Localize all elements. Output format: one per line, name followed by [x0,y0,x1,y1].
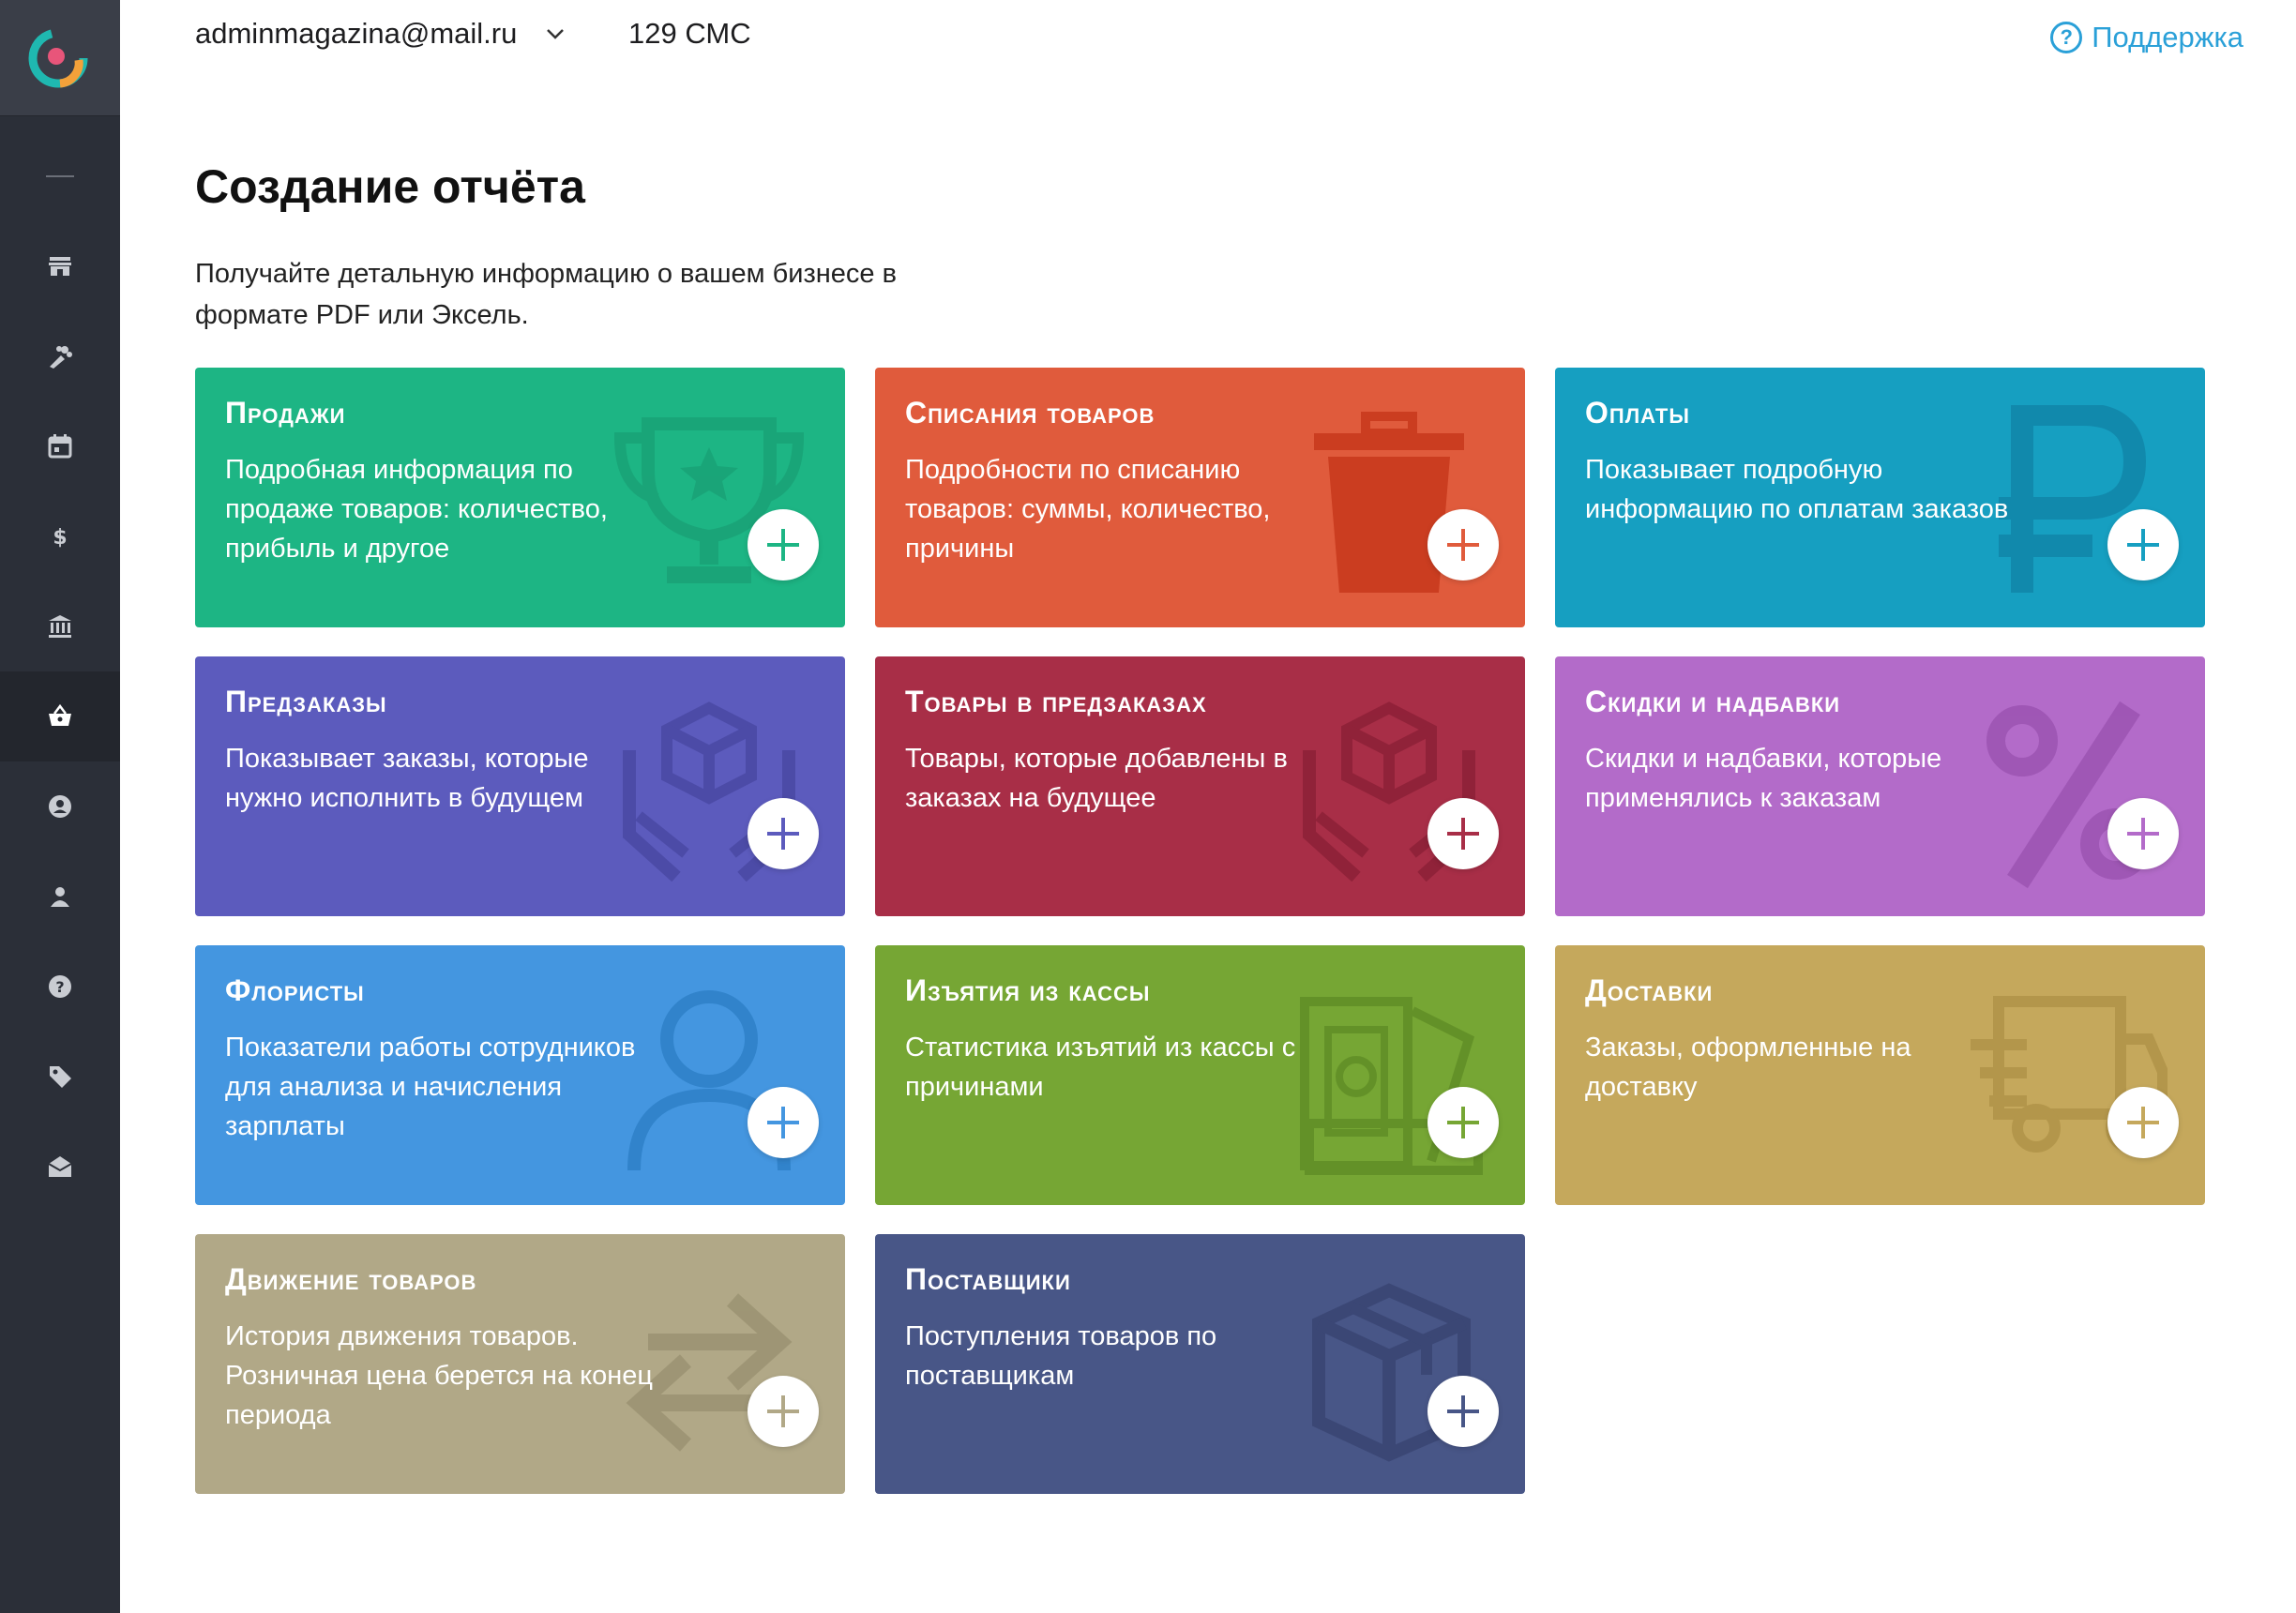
support-link[interactable]: ? Поддержка [2050,21,2243,54]
question-icon: ? [2050,22,2083,53]
svg-text:$: $ [53,526,67,550]
card-title: Товары в предзаказах [905,685,1207,718]
report-card-payments[interactable]: Оплаты Показывает подробную информацию по… [1555,368,2205,627]
support-label: Поддержка [2092,21,2243,53]
sms-balance: 129 СМС [628,17,751,50]
plus-icon [1447,1395,1479,1427]
sidebar: $ ? [0,0,120,1613]
topbar: adminmagazina@mail.ru 129 СМС ? Поддержк… [195,0,2296,75]
card-description: Показывает заказы, которые нужно исполни… [225,744,589,813]
card-description: Товары, которые добавлены в заказах на б… [905,744,1288,813]
sidebar-item-tags[interactable] [0,1032,120,1122]
logo[interactable] [0,0,120,116]
report-card-deliveries[interactable]: Доставки Заказы, оформленные на доставку [1555,945,2205,1205]
report-card-sales[interactable]: Продажи Подробная информация по продаже т… [195,368,845,627]
sidebar-item-bouquets[interactable] [0,311,120,401]
sidebar-item-clients[interactable] [0,761,120,852]
plus-icon [767,1395,799,1427]
plus-icon [767,529,799,561]
sidebar-item-finance[interactable]: $ [0,491,120,581]
page-title: Создание отчёта [195,160,585,213]
plus-icon [1447,818,1479,850]
report-card-suppliers[interactable]: Поставщики Поступления товаров по поставщ… [875,1234,1525,1494]
card-title: Движение товаров [225,1262,477,1296]
add-report-button[interactable] [1427,1087,1499,1158]
report-card-preorders[interactable]: Предзаказы Показывает заказы, которые нуж… [195,656,845,916]
user-circle-icon [49,795,71,818]
report-card-cash-withdrawals[interactable]: Изъятия из кассы Статистика изъятий из ка… [875,945,1525,1205]
add-report-button[interactable] [748,1376,819,1447]
sidebar-item-bank[interactable] [0,581,120,671]
plus-icon [2127,1107,2159,1138]
add-report-button[interactable] [1427,1376,1499,1447]
sidebar-item-calendar[interactable] [0,401,120,491]
card-title: Доставки [1585,973,1714,1007]
add-report-button[interactable] [2107,509,2179,580]
bouquet-icon [50,346,72,369]
add-report-button[interactable] [1427,509,1499,580]
basket-icon [49,703,71,726]
card-title: Поставщики [905,1262,1071,1296]
sidebar-item-collapse[interactable] [0,131,120,221]
plus-icon [767,818,799,850]
page-subtitle: Получайте детальную информацию о вашем б… [195,259,897,330]
dollar-icon: $ [53,526,67,550]
sidebar-item-staff[interactable] [0,852,120,942]
plus-icon [2127,529,2159,561]
sidebar-item-orders[interactable] [0,671,120,761]
card-title: Изъятия из кассы [905,973,1151,1007]
tag-icon [50,1066,71,1088]
report-card-florists[interactable]: Флористы Показатели работы сотрудников дл… [195,945,845,1205]
add-report-button[interactable] [748,798,819,869]
card-title: Списания товаров [905,396,1156,430]
person-icon [51,887,69,907]
logo-icon [28,28,88,87]
card-description: Поступления товаров по поставщикам [905,1321,1217,1391]
add-report-button[interactable] [2107,798,2179,869]
card-title: Оплаты [1585,396,1690,430]
card-description: Показатели работы сотрудников для анализ… [225,1033,636,1141]
plus-icon [1447,1107,1479,1138]
report-card-writeoffs[interactable]: Списания товаров Подробности по списанию … [875,368,1525,627]
chevron-down-icon [547,29,565,39]
report-card-goods-movement[interactable]: Движение товаров История движения товаров… [195,1234,845,1494]
sidebar-item-help[interactable]: ? [0,942,120,1032]
account-email: adminmagazina@mail.ru [195,17,518,50]
add-report-button[interactable] [748,1087,819,1158]
card-description: Показывает подробную информацию по оплат… [1585,455,2009,524]
add-report-button[interactable] [1427,798,1499,869]
report-card-preorder-goods[interactable]: Товары в предзаказах Товары, которые доба… [875,656,1525,916]
report-card-discounts[interactable]: Скидки и надбавки Скидки и надбавки, кото… [1555,656,2205,916]
card-title: Флористы [225,973,365,1007]
sidebar-nav: $ ? [0,131,120,1212]
card-title: Предзаказы [225,685,387,718]
plus-icon [767,1107,799,1138]
collapse-icon [46,175,74,177]
card-description: Подробная информация по продаже товаров:… [225,455,608,564]
card-description: Подробности по списанию товаров: суммы, … [905,455,1271,564]
help-icon: ? [49,975,71,998]
card-description: Заказы, оформленные на доставку [1585,1033,1911,1102]
add-report-button[interactable] [2107,1087,2179,1158]
card-description: Статистика изъятий из кассы с причинами [905,1033,1296,1102]
calendar-icon [48,434,72,459]
sidebar-item-mail[interactable] [0,1122,120,1212]
card-title: Продажи [225,396,346,430]
card-description: История движения товаров. Розничная цена… [225,1321,654,1430]
svg-text:?: ? [55,978,64,996]
plus-icon [1447,529,1479,561]
card-title: Скидки и надбавки [1585,685,1841,718]
account-dropdown[interactable]: adminmagazina@mail.ru [195,17,566,51]
card-description: Скидки и надбавки, которые применялись к… [1585,744,1942,813]
bank-icon [49,615,71,638]
store-icon [49,257,71,276]
add-report-button[interactable] [748,509,819,580]
mail-icon [48,1156,72,1177]
sidebar-item-store[interactable] [0,221,120,311]
plus-icon [2127,818,2159,850]
